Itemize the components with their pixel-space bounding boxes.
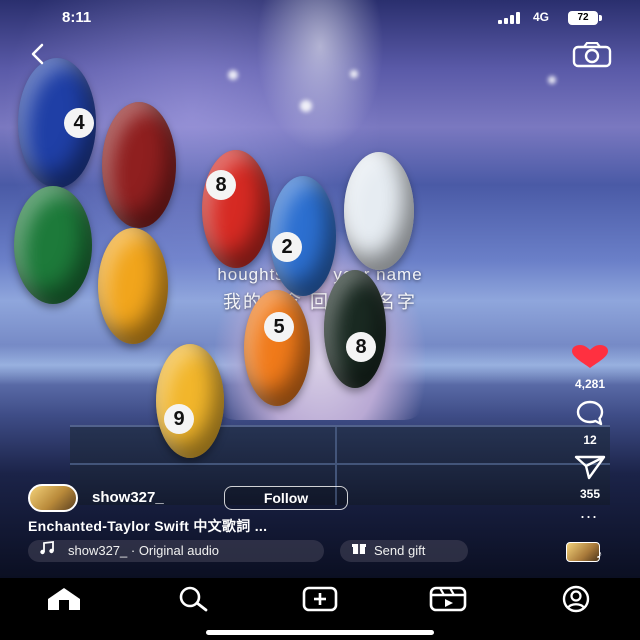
gift-label: Send gift — [374, 543, 426, 558]
share-button[interactable]: 355 — [562, 454, 618, 501]
billiard-ball: 8 — [202, 150, 270, 268]
ball-number: 4 — [64, 108, 94, 138]
nav-search[interactable] — [172, 585, 212, 613]
back-chevron-icon — [31, 43, 44, 65]
like-button[interactable]: 4,281 — [562, 344, 618, 391]
gift-icon — [350, 540, 368, 562]
follow-button[interactable]: Follow — [224, 486, 348, 510]
network-label: 4G — [533, 10, 550, 24]
nav-reels[interactable] — [428, 585, 468, 613]
status-bar: 8:11 4G 72 — [0, 0, 640, 36]
profile-icon — [562, 585, 590, 613]
heart-icon — [572, 345, 608, 368]
ball-number: 8 — [346, 332, 376, 362]
reels-icon — [429, 586, 467, 612]
camera-icon — [572, 41, 612, 68]
caption[interactable]: Enchanted-Taylor Swift 中文歌詞 ... — [28, 516, 267, 536]
like-count: 4,281 — [574, 377, 606, 391]
create-plus-icon — [302, 586, 338, 612]
stage-light — [548, 76, 556, 84]
status-time: 8:11 — [62, 9, 92, 26]
ball-number: 2 — [272, 232, 302, 262]
stage-light — [300, 100, 312, 112]
nav-home[interactable] — [44, 585, 84, 613]
billiard-ball — [102, 102, 176, 228]
nav-create[interactable] — [300, 585, 340, 613]
billiard-ball: 2 — [270, 176, 336, 296]
author-name[interactable]: show327_ — [92, 489, 164, 506]
billiard-ball: 9 — [156, 344, 224, 458]
avatar[interactable] — [28, 484, 78, 512]
billiard-ball — [98, 228, 168, 344]
search-icon — [179, 586, 208, 612]
home-icon — [48, 588, 80, 610]
comment-count: 12 — [583, 433, 597, 447]
camera-button[interactable] — [572, 41, 612, 68]
back-button[interactable] — [24, 40, 52, 68]
audio-thumbnail[interactable] — [566, 542, 600, 562]
lyric-chinese: 我的思念 回 你的名字 — [222, 292, 417, 312]
ball-number: 5 — [264, 312, 294, 342]
stage-light — [350, 70, 358, 78]
music-note-icon — [38, 540, 56, 562]
home-indicator — [206, 630, 434, 635]
stage-light — [228, 70, 238, 80]
billiard-ball: 4 — [18, 58, 96, 188]
ball-number: 9 — [164, 404, 194, 434]
audio-label: show327_ · Original audio — [68, 543, 220, 558]
billiard-ball: 8 — [324, 270, 386, 388]
share-count: 355 — [579, 487, 601, 501]
comment-button[interactable]: 12 — [562, 400, 618, 447]
battery-icon: 72 — [568, 11, 602, 25]
comment-bubble-icon — [576, 400, 604, 426]
billiard-ball — [344, 152, 414, 270]
bottom-nav — [0, 578, 640, 640]
reel-screen: houghts a ho your name 我的思念 回 你的名字 4 8 2… — [0, 0, 640, 640]
billiard-ball: 5 — [244, 290, 310, 406]
ball-number: 8 — [206, 170, 236, 200]
send-gift-pill[interactable]: Send gift — [340, 540, 468, 562]
more-options-button[interactable]: ... — [576, 503, 602, 522]
send-icon — [574, 455, 606, 480]
audio-thumbnail-note: ♪ — [596, 546, 603, 561]
nav-profile[interactable] — [556, 585, 596, 613]
billiard-ball — [14, 186, 92, 304]
audio-pill[interactable]: show327_ · Original audio — [28, 540, 324, 562]
signal-icon — [498, 12, 524, 24]
